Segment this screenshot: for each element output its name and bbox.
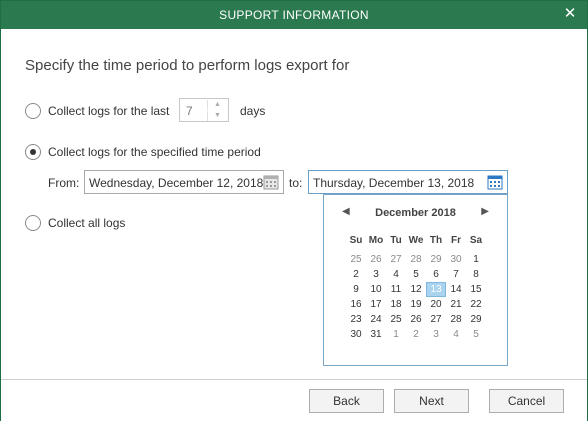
option-time-period[interactable]: Collect logs for the specified time peri… <box>25 144 261 160</box>
radio-all-logs[interactable] <box>25 215 41 231</box>
calendar-day[interactable]: 24 <box>366 312 386 327</box>
calendar-day[interactable]: 12 <box>406 282 426 297</box>
calendar-day[interactable]: 9 <box>346 282 366 297</box>
calendar-day[interactable]: 7 <box>446 267 466 282</box>
days-unit-label: days <box>240 104 266 118</box>
back-button[interactable]: Back <box>309 389 384 413</box>
radio-last-days[interactable] <box>25 103 41 119</box>
calendar-day[interactable]: 1 <box>386 327 406 342</box>
calendar-month-title[interactable]: December 2018 <box>324 207 507 219</box>
option-last-days[interactable]: Collect logs for the last <box>25 103 169 119</box>
title-bar: SUPPORT INFORMATION ✕ <box>1 1 587 29</box>
stepper-down-icon[interactable]: ▼ <box>207 111 227 121</box>
calendar-grid: Su Mo Tu We Th Fr Sa 25 26 27 28 29 30 1 2 3 4 5 6 7 8 9 10 11 1… <box>346 233 486 342</box>
calendar-day[interactable]: 18 <box>386 297 406 312</box>
days-stepper[interactable]: 7 ▲ ▼ <box>179 98 229 122</box>
calendar-week: 2345678 <box>346 267 486 282</box>
weekday-label: Tu <box>390 235 402 246</box>
calendar-day[interactable]: 10 <box>366 282 386 297</box>
weekday-label: Fr <box>451 235 461 246</box>
option-all-logs-label: Collect all logs <box>48 216 126 230</box>
calendar-day-selected[interactable]: 13 <box>426 282 446 297</box>
calendar-day[interactable]: 16 <box>346 297 366 312</box>
calendar-day[interactable]: 26 <box>366 252 386 267</box>
calendar-day[interactable]: 5 <box>466 327 486 342</box>
calendar-day[interactable]: 29 <box>426 252 446 267</box>
calendar-week: 23 24 25 26 27 28 29 <box>346 312 486 327</box>
stepper-up-icon[interactable]: ▲ <box>207 100 227 110</box>
calendar-day[interactable]: 23 <box>346 312 366 327</box>
dialog-footer: Back Next Cancel <box>1 379 587 421</box>
calendar-day[interactable]: 25 <box>386 312 406 327</box>
calendar-day[interactable]: 25 <box>346 252 366 267</box>
to-date-value: Thursday, December 13, 2018 <box>313 176 475 190</box>
option-time-period-label: Collect logs for the specified time peri… <box>48 145 261 159</box>
calendar-day[interactable]: 27 <box>386 252 406 267</box>
weekday-label: Th <box>429 235 443 246</box>
weekday-label: Mo <box>368 235 384 246</box>
radio-time-period[interactable] <box>25 144 41 160</box>
days-stepper-value: 7 <box>186 104 193 118</box>
window-title: SUPPORT INFORMATION <box>219 8 369 22</box>
support-information-dialog: SUPPORT INFORMATION ✕ Specify the time p… <box>0 0 588 421</box>
calendar-day[interactable]: 21 <box>446 297 466 312</box>
from-date-picker[interactable]: Wednesday, December 12, 2018 <box>84 170 284 194</box>
page-heading: Specify the time period to perform logs … <box>25 57 350 74</box>
calendar-day[interactable]: 17 <box>366 297 386 312</box>
calendar-day[interactable]: 11 <box>386 282 406 297</box>
calendar-week: 9 10 11 12 13 14 15 <box>346 282 486 297</box>
calendar-day[interactable]: 14 <box>446 282 466 297</box>
calendar-day[interactable]: 3 <box>426 327 446 342</box>
calendar-day[interactable]: 1 <box>466 252 486 267</box>
calendar-icon[interactable] <box>487 174 503 190</box>
calendar-day[interactable]: 2 <box>406 327 426 342</box>
calendar-day[interactable]: 26 <box>406 312 426 327</box>
calendar-day[interactable]: 5 <box>406 267 426 282</box>
weekday-label: Sa <box>469 235 483 246</box>
calendar-day[interactable]: 28 <box>446 312 466 327</box>
option-all-logs[interactable]: Collect all logs <box>25 215 125 231</box>
weekday-label: Su <box>349 235 363 246</box>
calendar-day[interactable]: 28 <box>406 252 426 267</box>
calendar-week: 16 17 18 19 20 21 22 <box>346 297 486 312</box>
calendar-day[interactable]: 29 <box>466 312 486 327</box>
calendar-day[interactable]: 8 <box>466 267 486 282</box>
option-last-days-label: Collect logs for the last <box>48 104 170 118</box>
weekday-label: We <box>408 235 424 246</box>
calendar-dropdown: ◀ December 2018 ▶ Su Mo Tu We Th Fr Sa 25 26 27 28… <box>323 194 508 366</box>
calendar-day[interactable]: 30 <box>346 327 366 342</box>
calendar-icon[interactable] <box>263 174 279 190</box>
calendar-day[interactable]: 31 <box>366 327 386 342</box>
calendar-day[interactable]: 27 <box>426 312 446 327</box>
calendar-day[interactable]: 4 <box>386 267 406 282</box>
calendar-day[interactable]: 6 <box>426 267 446 282</box>
from-label: From: <box>48 176 80 190</box>
weekday-header: Su Mo Tu We Th Fr Sa <box>346 233 486 252</box>
calendar-day[interactable]: 2 <box>346 267 366 282</box>
calendar-week: 25 26 27 28 29 30 1 <box>346 252 486 267</box>
from-date-value: Wednesday, December 12, 2018 <box>89 176 264 190</box>
to-date-picker[interactable]: Thursday, December 13, 2018 <box>308 170 508 194</box>
next-button[interactable]: Next <box>394 389 469 413</box>
to-label: to: <box>289 176 303 190</box>
calendar-day[interactable]: 15 <box>466 282 486 297</box>
calendar-day[interactable]: 20 <box>426 297 446 312</box>
calendar-day[interactable]: 4 <box>446 327 466 342</box>
calendar-day[interactable]: 19 <box>406 297 426 312</box>
calendar-day[interactable]: 3 <box>366 267 386 282</box>
calendar-week: 30 31 1 2 3 4 5 <box>346 327 486 342</box>
calendar-day[interactable]: 22 <box>466 297 486 312</box>
calendar-day[interactable]: 30 <box>446 252 466 267</box>
next-month-icon[interactable]: ▶ <box>481 206 489 217</box>
cancel-button[interactable]: Cancel <box>489 389 564 413</box>
close-icon[interactable]: ✕ <box>561 5 579 23</box>
